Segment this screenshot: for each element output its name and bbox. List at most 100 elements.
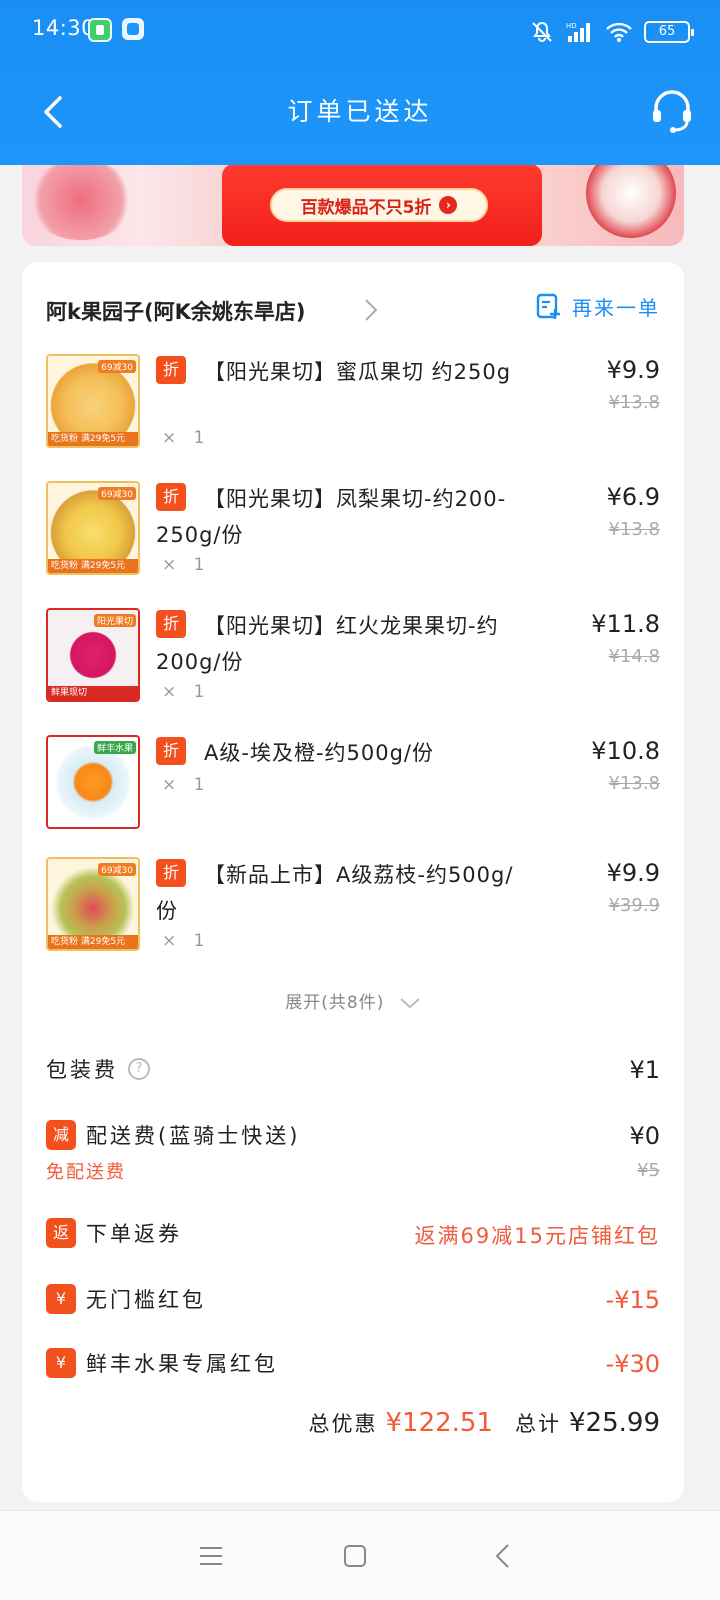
thumb-label: 吃货粉 满29免5元 [48,935,138,949]
thumb-promo-tag: 阳光果切 [93,614,136,627]
message-app-icon [122,18,144,40]
status-time: 14:30 [32,16,96,40]
order-item[interactable]: 69减30 吃货粉 满29免5元 折 【新品上市】A级荔枝-约500g/份 × … [46,857,660,967]
order-card: 阿k果园子(阿K余姚东旱店) 再来一单 69减30 吃货粉 满29免5元 折 【… [22,262,684,1502]
banner-cta-label: 百款爆品不只5折 [300,197,432,218]
item-quantity: × 1 [162,428,211,448]
reduce-tag: 减 [46,1120,76,1150]
delivery-fee-label-group: 减 配送费(蓝骑士快送) [46,1120,300,1150]
help-icon[interactable]: ? [128,1058,150,1080]
arrow-right-icon: › [439,196,458,214]
thumb-label: 鲜果现切 [48,686,138,700]
delivery-original-fee: ¥5 [637,1160,660,1181]
battery-indicator: 65 [644,21,694,43]
status-bar: 14:30 HD 65 [0,14,720,50]
order-item[interactable]: 69减30 吃货粉 满29免5元 折 【阳光果切】凤梨果切-约200-250g/… [46,481,660,591]
chevron-right-icon [365,299,378,321]
item-quantity: × 1 [162,775,211,795]
item-price: ¥10.8 [591,737,660,765]
total-label: 总计 [515,1412,562,1436]
packaging-fee-label-group: 包装费 ? [46,1054,150,1084]
status-icons: HD 65 [530,14,694,50]
item-name: 【阳光果切】凤梨果切-约200-250g/份 [156,487,507,547]
thumb-promo-tag: 69减30 [98,360,136,373]
item-price: ¥9.9 [606,356,660,384]
reorder-label: 再来一单 [572,296,660,320]
home-icon[interactable] [340,1541,370,1571]
item-original-price: ¥13.8 [608,519,660,540]
packaging-fee-label: 包装费 [46,1058,118,1082]
shield-app-icon [88,18,112,42]
product-image[interactable]: 69减30 吃货粉 满29免5元 [46,354,140,448]
item-price: ¥6.9 [606,483,660,511]
banner-cta-button[interactable]: 百款爆品不只5折 › [270,188,488,222]
coupon-return-label-group: 返 下单返券 [46,1218,182,1248]
chevron-down-icon [400,998,420,1009]
thumb-label: 吃货粉 满29免5元 [48,432,138,446]
total-value: ¥25.99 [569,1408,660,1438]
app-header: 14:30 HD 65 订单已送达 [0,0,720,165]
coupon-return-row: 返 下单返券 返满69减15元店铺红包 [46,1218,660,1258]
delivery-fee-label: 配送费(蓝骑士快送) [86,1124,301,1148]
item-original-price: ¥13.8 [608,392,660,413]
coupon-return-label: 下单返券 [86,1222,182,1246]
expand-label: 展开(共8件) [285,993,385,1013]
exclusive-label: 鲜丰水果专属红包 [86,1352,278,1376]
page-title: 订单已送达 [287,97,433,126]
customer-service-icon[interactable] [648,86,696,134]
item-original-price: ¥14.8 [608,646,660,667]
thumb-label: 吃货粉 满29免5元 [48,559,138,573]
no-threshold-label-group: ¥ 无门槛红包 [46,1284,206,1314]
system-nav-bar [0,1510,720,1600]
item-name: 【阳光果切】红火龙果果切-约200g/份 [156,614,499,674]
expand-items-button[interactable]: 展开(共8件) [22,988,684,1013]
shop-name[interactable]: 阿k果园子(阿K余姚东旱店) [46,296,305,326]
item-price: ¥9.9 [606,859,660,887]
yuan-tag: ¥ [46,1284,76,1314]
reorder-icon [536,293,560,319]
free-delivery-note: 免配送费 [46,1162,126,1183]
total-discount-label: 总优惠 [308,1412,378,1436]
item-quantity: × 1 [162,931,211,951]
item-original-price: ¥39.9 [608,895,660,916]
packaging-fee-row: 包装费 ? ¥1 [46,1054,660,1094]
item-name: A级-埃及橙-约500g/份 [204,741,435,765]
banner-decoration [26,160,136,240]
shop-row[interactable]: 阿k果园子(阿K余姚东旱店) 再来一单 [46,290,660,330]
item-price: ¥11.8 [591,610,660,638]
order-item[interactable]: 阳光果切 鲜果现切 折 【阳光果切】红火龙果果切-约200g/份 × 1 ¥11… [46,608,660,718]
product-image[interactable]: 鲜丰水果 [46,735,140,829]
item-quantity: × 1 [162,555,211,575]
return-tag: 返 [46,1218,76,1248]
wifi-icon [606,22,632,42]
exclusive-coupon-row: ¥ 鲜丰水果专属红包 -¥30 [46,1348,660,1388]
product-image[interactable]: 阳光果切 鲜果现切 [46,608,140,702]
order-item[interactable]: 69减30 吃货粉 满29免5元 折 【阳光果切】蜜瓜果切 约250g × 1 … [46,354,660,464]
thumb-promo-tag: 鲜丰水果 [93,741,136,754]
item-original-price: ¥13.8 [608,773,660,794]
menu-icon[interactable] [196,1541,226,1571]
packaging-fee-value: ¥1 [629,1056,660,1084]
item-name: 【阳光果切】蜜瓜果切 约250g [204,360,512,384]
coupon-return-value: 返满69减15元店铺红包 [414,1224,660,1248]
mute-bell-icon [532,21,552,42]
exclusive-value: -¥30 [605,1350,660,1378]
yuan-tag: ¥ [46,1348,76,1378]
nav-bar: 订单已送达 [0,86,720,142]
exclusive-label-group: ¥ 鲜丰水果专属红包 [46,1348,278,1378]
order-totals: 总优惠 ¥122.51 总计 ¥25.99 [308,1408,660,1438]
total-discount-value: ¥122.51 [385,1408,494,1438]
no-threshold-coupon-row: ¥ 无门槛红包 -¥15 [46,1284,660,1324]
product-image[interactable]: 69减30 吃货粉 满29免5元 [46,857,140,951]
delivery-fee-value: ¥0 [629,1122,660,1150]
order-item[interactable]: 鲜丰水果 折 A级-埃及橙-约500g/份 × 1 ¥10.8 ¥13.8 [46,735,660,845]
delivery-fee-row: 减 配送费(蓝骑士快送) ¥0 免配送费 ¥5 [46,1120,660,1190]
no-threshold-label: 无门槛红包 [86,1288,206,1312]
reorder-button[interactable]: 再来一单 [536,292,660,321]
item-quantity: × 1 [162,682,211,702]
item-name: 【新品上市】A级荔枝-约500g/份 [156,863,514,923]
thumb-promo-tag: 69减30 [98,863,136,876]
no-threshold-value: -¥15 [605,1286,660,1314]
product-image[interactable]: 69减30 吃货粉 满29免5元 [46,481,140,575]
back-icon[interactable] [488,1541,518,1571]
